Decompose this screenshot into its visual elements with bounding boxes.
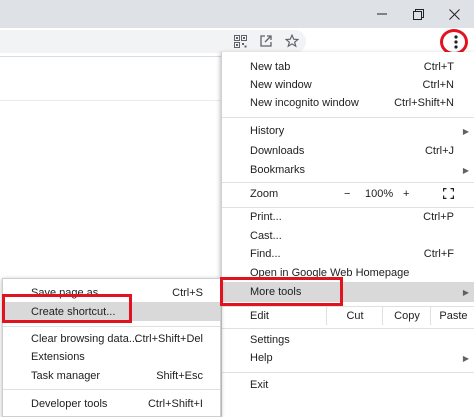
- menu-item-shortcut: Ctrl+F: [423, 248, 454, 260]
- submenu-item-task-manager[interactable]: Task manager Shift+Esc: [3, 367, 220, 385]
- submenu-separator: [3, 389, 220, 390]
- page-content-divider: [0, 100, 220, 101]
- submenu-item-clear-browsing-data[interactable]: Clear browsing data... Ctrl+Shift+Del: [3, 330, 220, 348]
- zoom-in-button[interactable]: +: [403, 188, 409, 200]
- menu-item-exit[interactable]: Exit: [222, 376, 474, 394]
- menu-item-label: Edit: [250, 310, 269, 322]
- menu-item-label: New window: [250, 79, 312, 91]
- menu-item-label: New incognito window: [250, 97, 359, 109]
- menu-item-bookmarks[interactable]: Bookmarks ▶: [222, 161, 474, 179]
- zoom-out-button[interactable]: −: [344, 188, 350, 200]
- menu-item-history[interactable]: History ▶: [222, 122, 474, 140]
- menu-item-shortcut: Ctrl+P: [423, 211, 454, 223]
- qr-code-icon[interactable]: [229, 30, 251, 52]
- submenu-item-shortcut: Ctrl+Shift+I: [147, 398, 203, 410]
- menu-item-help[interactable]: Help ▶: [222, 349, 474, 367]
- restore-icon[interactable]: [400, 0, 436, 28]
- menu-separator: [222, 117, 474, 118]
- star-icon[interactable]: [281, 30, 303, 52]
- zoom-level: 100%: [365, 188, 394, 200]
- submenu-item-extensions[interactable]: Extensions: [3, 348, 220, 366]
- copy-button[interactable]: Copy: [382, 307, 431, 325]
- paste-button[interactable]: Paste: [430, 307, 474, 325]
- menu-item-zoom: Zoom − 100% +: [222, 185, 474, 203]
- menu-separator: [222, 328, 474, 329]
- submenu-item-label: Extensions: [31, 351, 85, 363]
- submenu-arrow-icon: ▶: [462, 165, 469, 175]
- menu-item-shortcut: Ctrl+N: [422, 79, 454, 91]
- menu-item-label: Cast...: [250, 230, 282, 242]
- submenu-item-label: Developer tools: [31, 398, 108, 410]
- title-bar: [0, 0, 474, 28]
- menu-item-label: Print...: [250, 211, 282, 223]
- create-shortcut-highlight-box: [2, 294, 132, 323]
- submenu-item-shortcut: Ctrl+Shift+Del: [134, 333, 203, 345]
- menu-item-label: Zoom: [250, 188, 279, 200]
- submenu-item-label: Clear browsing data...: [31, 333, 138, 345]
- menu-item-edit: Edit Cut Copy Paste: [222, 307, 474, 325]
- menu-item-find[interactable]: Find... Ctrl+F: [222, 245, 474, 263]
- menu-item-downloads[interactable]: Downloads Ctrl+J: [222, 142, 474, 160]
- menu-item-new-tab[interactable]: New tab Ctrl+T: [222, 58, 474, 76]
- menu-item-settings[interactable]: Settings: [222, 331, 474, 349]
- more-tools-highlight-box: [220, 277, 343, 306]
- chrome-main-menu: New tab Ctrl+T New window Ctrl+N New inc…: [221, 52, 474, 417]
- fullscreen-icon[interactable]: [442, 187, 455, 200]
- menu-item-shortcut: Ctrl+Shift+N: [394, 97, 454, 109]
- menu-item-shortcut: Ctrl+J: [424, 145, 454, 157]
- menu-item-print[interactable]: Print... Ctrl+P: [222, 208, 474, 226]
- submenu-arrow-icon: ▶: [462, 287, 469, 297]
- close-icon[interactable]: [436, 0, 472, 28]
- menu-item-label: Settings: [250, 334, 290, 346]
- submenu-item-developer-tools[interactable]: Developer tools Ctrl+Shift+I: [3, 395, 220, 413]
- menu-item-label: Downloads: [250, 145, 305, 157]
- menu-item-cast[interactable]: Cast...: [222, 227, 474, 245]
- submenu-arrow-icon: ▶: [462, 126, 469, 136]
- menu-separator: [222, 182, 474, 183]
- menu-item-label: Bookmarks: [250, 164, 306, 176]
- menu-separator: [222, 372, 474, 373]
- open-in-new-icon[interactable]: [255, 30, 277, 52]
- submenu-separator: [3, 326, 220, 327]
- menu-item-label: Find...: [250, 248, 281, 260]
- submenu-item-shortcut: Ctrl+S: [172, 287, 203, 299]
- menu-item-label: Help: [250, 352, 273, 364]
- minimize-icon[interactable]: [364, 0, 400, 28]
- menu-item-new-window[interactable]: New window Ctrl+N: [222, 76, 474, 94]
- menu-item-shortcut: Ctrl+T: [423, 61, 454, 73]
- submenu-arrow-icon: ▶: [462, 353, 469, 363]
- menu-item-label: Exit: [250, 379, 269, 391]
- menu-item-new-incognito[interactable]: New incognito window Ctrl+Shift+N: [222, 94, 474, 112]
- menu-item-label: History: [250, 125, 285, 137]
- cut-button[interactable]: Cut: [326, 307, 383, 325]
- submenu-item-shortcut: Shift+Esc: [156, 370, 203, 382]
- submenu-item-label: Task manager: [31, 370, 101, 382]
- menu-item-label: New tab: [250, 61, 291, 73]
